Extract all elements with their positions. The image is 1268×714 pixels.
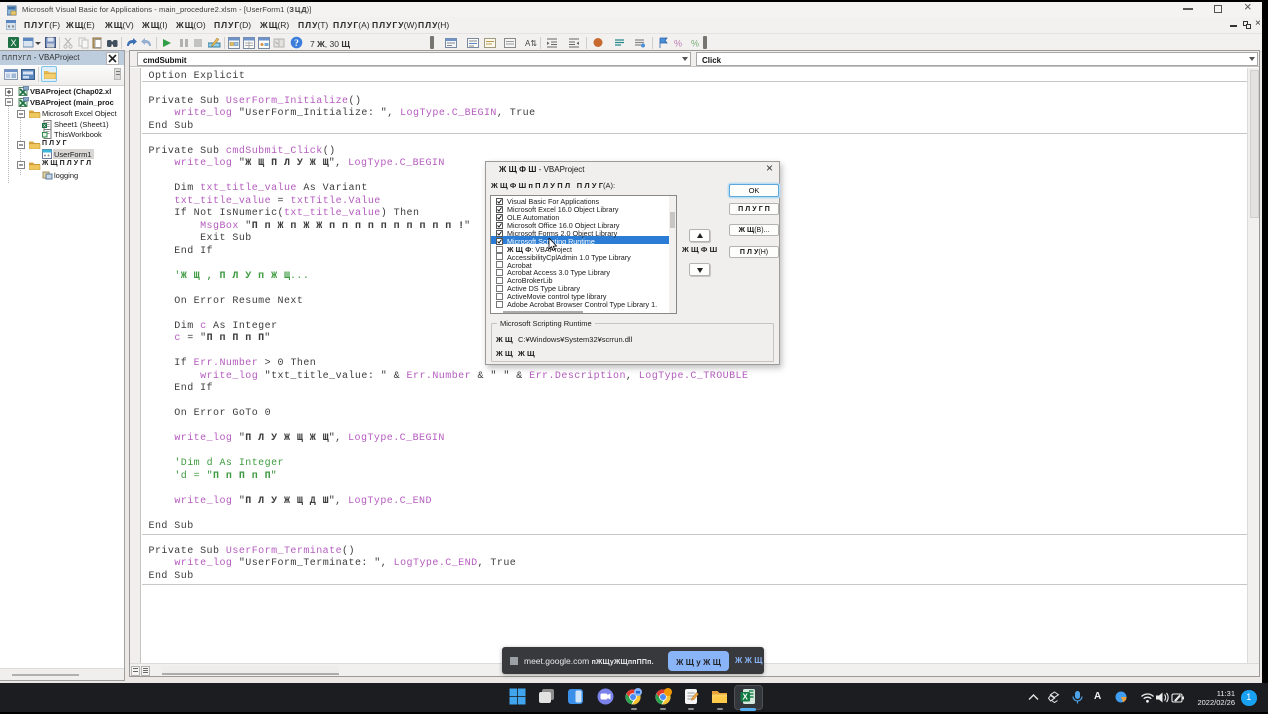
svg-text:X: X (43, 123, 46, 128)
svg-text:%: % (674, 39, 682, 49)
svg-text:%: % (691, 39, 699, 49)
svg-text:X: X (10, 38, 16, 48)
svg-text:A⇅: A⇅ (525, 39, 537, 48)
svg-text:?: ? (294, 39, 299, 49)
svg-text:X: X (743, 693, 749, 702)
